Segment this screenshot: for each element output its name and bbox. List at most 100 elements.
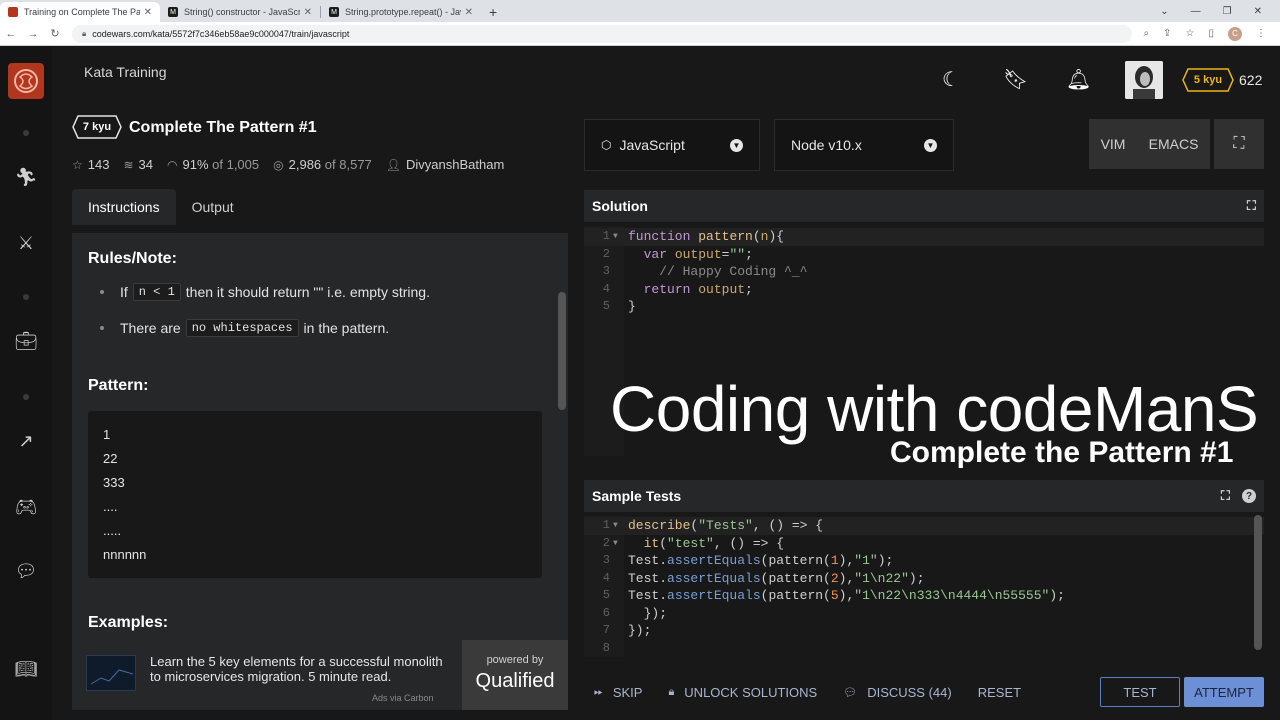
mdn-favicon-icon: M	[329, 7, 339, 17]
tab-instructions[interactable]: Instructions	[72, 189, 176, 225]
left-nav-rail: 🏃︎ ⚔ 💼︎ ↗ 🎮︎ 💬︎ 📖︎	[0, 47, 52, 720]
help-icon[interactable]: ?	[1242, 489, 1256, 503]
chevron-down-icon: ▼	[924, 138, 937, 152]
close-icon[interactable]: ✕	[465, 7, 473, 18]
menu-kebab-icon[interactable]: ⋮	[1256, 28, 1266, 39]
app-header: Kata Training ☾ 🔖︎ 🔔︎ 5 kyu 622	[52, 47, 1280, 113]
collections-stat[interactable]: ≋ 34	[123, 157, 153, 172]
comments-icon: 💬︎	[843, 686, 858, 699]
page-title: Kata Training	[84, 64, 167, 80]
discord-icon[interactable]: 🎮︎	[0, 497, 52, 518]
expand-icon[interactable]: ⛶	[1221, 488, 1230, 504]
window-close-icon[interactable]: ✕	[1254, 6, 1262, 17]
browser-tab-strip: Training on Complete The Pattern ✕ M Str…	[0, 0, 1280, 22]
sample-tests-editor[interactable]: 1 ▼ describe("Tests", () => { 2 ▼ it("test"…	[584, 515, 1264, 657]
completed-stat: ◎ 2,986 of 8,577	[273, 157, 372, 172]
collections-layers-icon: ≋	[123, 158, 134, 172]
video-title-overlay: Coding with codeManS	[610, 373, 1259, 445]
close-icon[interactable]: ✕	[144, 7, 152, 18]
instructions-scrollbar[interactable]	[558, 292, 566, 410]
rules-heading: Rules/Note:	[88, 250, 177, 267]
carbon-ad[interactable]: Learn the 5 key elements for a successfu…	[72, 640, 568, 710]
minimize-icon[interactable]: —	[1191, 6, 1201, 17]
reset-button[interactable]: RESET	[978, 685, 1021, 700]
notifications-bell-icon[interactable]: 🔔︎	[1066, 67, 1091, 92]
solution-heading: Solution	[592, 198, 648, 214]
pattern-line: nnnnnn	[103, 547, 147, 562]
dark-mode-moon-icon[interactable]: ☾	[942, 67, 960, 92]
docs-book-icon[interactable]: 📖︎	[0, 659, 52, 680]
user-icon: 👤︎	[385, 158, 402, 172]
ad-via-label[interactable]: Ads via Carbon	[372, 693, 434, 703]
training-icon[interactable]: 🏃︎	[0, 167, 52, 188]
pattern-line: 1	[103, 427, 111, 442]
user-avatar[interactable]	[1125, 61, 1163, 99]
sidebar-icon[interactable]: ▯	[1208, 28, 1214, 39]
window-controls: ⌄ — ❐ ✕	[1160, 0, 1280, 22]
restore-icon[interactable]: ❐	[1223, 6, 1232, 17]
reload-icon[interactable]: ↻	[44, 27, 66, 40]
target-icon: ◎	[273, 158, 284, 172]
new-tab-icon[interactable]: +	[489, 4, 497, 20]
address-bar[interactable]: 🔒︎ codewars.com/kata/5572f7c346eb58ae9c0…	[72, 24, 1132, 43]
honor-score: 622	[1239, 72, 1263, 88]
browser-tab-string-constructor[interactable]: M String() constructor - JavaScript | ✕	[160, 2, 320, 22]
browser-tab-string-repeat[interactable]: M String.prototype.repeat() - JavaSc ✕	[321, 2, 481, 22]
instructions-panel: Rules/Note: If n < 1 then it should retu…	[72, 233, 568, 640]
codewars-logo-icon[interactable]	[8, 63, 44, 99]
fullscreen-icon: ⛶	[1233, 135, 1245, 152]
discuss-button[interactable]: 💬︎ DISCUSS (44)	[843, 685, 952, 700]
editor-keymap-modes: VIM EMACS	[1089, 119, 1210, 169]
star-icon: ☆	[72, 158, 83, 172]
fullscreen-button[interactable]: ⛶	[1214, 119, 1264, 169]
javascript-hex-icon: ⬡	[601, 138, 612, 152]
fold-arrow-icon: ▼	[613, 232, 618, 241]
tab-label: String() constructor - JavaScript |	[184, 7, 300, 17]
bullet-icon	[100, 290, 104, 294]
zoom-icon[interactable]: ⌕	[1144, 28, 1150, 39]
emacs-mode-button[interactable]: EMACS	[1149, 136, 1199, 152]
unlock-solutions-button[interactable]: 🔒︎ UNLOCK SOLUTIONS	[668, 685, 817, 700]
bookmark-icon[interactable]: 🔖︎	[1003, 67, 1028, 92]
skip-button[interactable]: ⏩︎ SKIP	[594, 685, 642, 700]
test-button[interactable]: TEST	[1100, 677, 1180, 707]
nav-divider-dot	[23, 294, 29, 300]
stars-stat[interactable]: ☆ 143	[72, 157, 109, 172]
briefcase-icon[interactable]: 💼︎	[0, 331, 52, 352]
inline-code: no whitespaces	[185, 319, 299, 337]
vim-mode-button[interactable]: VIM	[1101, 136, 1126, 152]
share-icon[interactable]: ⇪	[1163, 28, 1171, 39]
back-icon[interactable]: ←	[0, 28, 22, 40]
practice-icon[interactable]: ⚔	[0, 233, 52, 254]
qualified-logo: Qualified	[475, 670, 555, 692]
solution-header: Solution ⛶	[584, 190, 1264, 222]
sample-tests-header: Sample Tests ⛶ ?	[584, 480, 1264, 512]
mdn-favicon-icon: M	[168, 7, 178, 17]
tab-output[interactable]: Output	[176, 189, 250, 225]
pattern-line: .....	[103, 523, 122, 538]
satisfaction-gauge-icon: ◠	[167, 158, 178, 172]
code-line: 1 ▼ function pattern(n){	[584, 228, 1264, 246]
ad-text: Learn the 5 key elements for a successfu…	[150, 654, 443, 684]
tab-search-icon[interactable]: ⌄	[1160, 6, 1168, 17]
expand-icon[interactable]: ⛶	[1247, 198, 1256, 214]
satisfaction-stat: ◠ 91% of 1,005	[167, 157, 260, 172]
browser-actions: ⌕ ⇪ ☆ ▯ C ⋮	[1144, 26, 1280, 41]
video-subtitle-overlay: Complete the Pattern #1	[890, 436, 1234, 469]
language-select[interactable]: ⬡ JavaScript ▼	[584, 119, 760, 171]
profile-avatar[interactable]: C	[1228, 26, 1242, 41]
forward-icon[interactable]: →	[22, 28, 44, 40]
attempt-button[interactable]: ATTEMPT	[1184, 677, 1264, 707]
leaderboard-trend-icon[interactable]: ↗	[0, 431, 52, 452]
author-stat[interactable]: 👤︎ DivyanshBatham	[386, 157, 505, 172]
chat-icon[interactable]: 💬︎	[0, 561, 52, 582]
browser-tab-codewars[interactable]: Training on Complete The Pattern ✕	[0, 2, 160, 22]
runtime-version-select[interactable]: Node v10.x ▼	[774, 119, 954, 171]
tests-scrollbar[interactable]	[1254, 515, 1262, 650]
ad-thumbnail	[86, 655, 136, 691]
rule-item: There are no whitespaces in the pattern.	[100, 319, 389, 337]
close-icon[interactable]: ✕	[304, 7, 312, 18]
nav-divider-dot	[23, 394, 29, 400]
bookmark-star-icon[interactable]: ☆	[1186, 28, 1195, 39]
ad-sponsor[interactable]: powered by Qualified	[462, 640, 568, 710]
